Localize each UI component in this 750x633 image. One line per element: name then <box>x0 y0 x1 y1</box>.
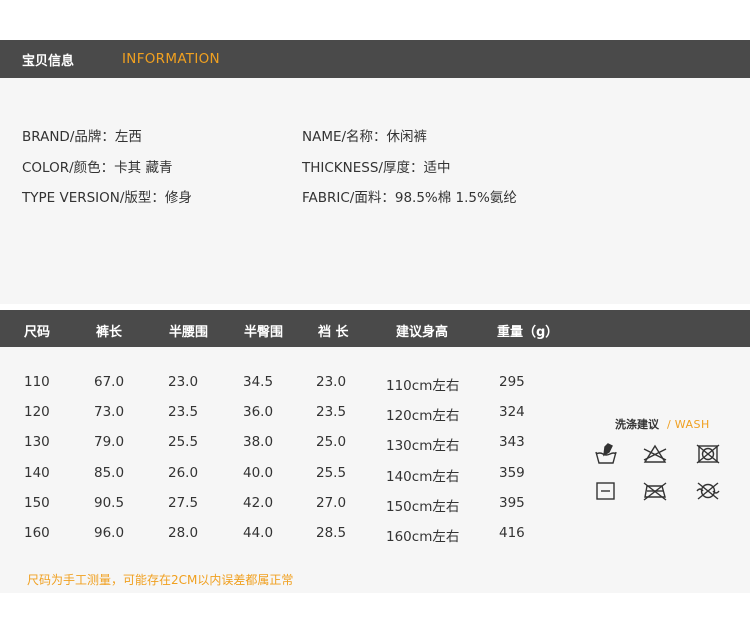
table-cell: 25.5 <box>168 434 199 450</box>
header-rise: 裆 长 <box>318 325 349 340</box>
table-cell: 130cm左右 <box>386 438 460 454</box>
table-cell: 23.5 <box>168 404 199 420</box>
table-cell: 73.0 <box>94 404 125 420</box>
wash-title-separator: / <box>667 418 671 431</box>
info-column-left: BRAND/品牌：左西 COLOR/颜色：卡其 藏青 TYPE VERSION/… <box>22 128 192 220</box>
table-cell: 110 <box>24 374 50 390</box>
no-iron-icon <box>642 480 668 502</box>
info-column-right: NAME/名称：休闲裤 THICKNESS/厚度：适中 FABRIC/面料：98… <box>302 128 517 220</box>
wash-title-en: WASH <box>674 418 710 431</box>
no-bleach-icon <box>642 443 668 465</box>
info-type-version: TYPE VERSION/版型：修身 <box>22 190 192 206</box>
table-cell: 96.0 <box>94 525 125 541</box>
header-length: 裤长 <box>96 325 123 340</box>
info-thickness: THICKNESS/厚度：适中 <box>302 159 451 176</box>
table-cell: 23.0 <box>316 374 347 390</box>
wash-title: 洗涤建议 / WASH <box>615 416 710 432</box>
table-cell: 28.5 <box>316 525 347 541</box>
info-fabric: FABRIC/面料：98.5%棉 1.5%氨纶 <box>302 190 517 206</box>
table-cell: 140cm左右 <box>386 469 460 485</box>
table-cell: 150cm左右 <box>386 499 460 515</box>
size-table-header: 尺码 裤长 半腰围 半臀围 裆 长 建议身高 重量（g） <box>0 310 750 347</box>
table-cell: 27.0 <box>316 495 347 511</box>
header-height: 建议身高 <box>396 325 449 340</box>
table-row: 120 73.0 23.5 36.0 23.5 120cm左右 324 <box>0 404 580 424</box>
no-dry-clean-icon <box>695 480 721 502</box>
table-cell: 343 <box>499 434 525 450</box>
header-size: 尺码 <box>24 325 51 340</box>
no-tumble-dry-icon <box>695 443 721 465</box>
table-cell: 416 <box>499 525 525 541</box>
table-cell: 160cm左右 <box>386 529 460 545</box>
table-cell: 25.0 <box>316 434 347 450</box>
table-row: 150 90.5 27.5 42.0 27.0 150cm左右 395 <box>0 495 580 515</box>
table-cell: 67.0 <box>94 374 125 390</box>
info-header-band: 宝贝信息 INFORMATION <box>0 40 750 78</box>
info-name: NAME/名称：休闲裤 <box>302 129 428 145</box>
table-cell: 23.5 <box>316 404 347 420</box>
table-cell: 160 <box>24 525 50 541</box>
table-cell: 140 <box>24 465 50 481</box>
header-weight: 重量（g） <box>497 325 559 340</box>
table-cell: 120 <box>24 404 50 420</box>
info-brand: BRAND/品牌：左西 <box>22 129 142 145</box>
table-cell: 110cm左右 <box>386 378 460 394</box>
info-header-title-en: INFORMATION <box>122 51 220 67</box>
table-cell: 27.5 <box>168 495 199 511</box>
measurement-note: 尺码为手工测量，可能存在2CM以内误差都属正常 <box>27 573 294 587</box>
table-cell: 79.0 <box>94 434 125 450</box>
hand-wash-icon <box>593 443 619 465</box>
table-row: 110 67.0 23.0 34.5 23.0 110cm左右 295 <box>0 374 580 394</box>
table-row: 140 85.0 26.0 40.0 25.5 140cm左右 359 <box>0 465 580 485</box>
table-cell: 34.5 <box>243 374 274 390</box>
table-cell: 26.0 <box>168 465 199 481</box>
table-cell: 395 <box>499 495 525 511</box>
size-table-panel: 110 67.0 23.0 34.5 23.0 110cm左右 295 120 … <box>0 347 750 593</box>
table-cell: 85.0 <box>94 465 125 481</box>
table-cell: 36.0 <box>243 404 274 420</box>
table-cell: 120cm左右 <box>386 408 460 424</box>
table-cell: 130 <box>24 434 50 450</box>
table-cell: 28.0 <box>168 525 199 541</box>
table-cell: 23.0 <box>168 374 199 390</box>
table-cell: 295 <box>499 374 525 390</box>
header-half-hip: 半臀围 <box>244 325 284 340</box>
table-cell: 150 <box>24 495 50 511</box>
table-cell: 40.0 <box>243 465 274 481</box>
table-row: 160 96.0 28.0 44.0 28.5 160cm左右 416 <box>0 525 580 545</box>
header-half-waist: 半腰围 <box>169 325 209 340</box>
info-header-title-cn: 宝贝信息 <box>22 53 75 69</box>
table-cell: 25.5 <box>316 465 347 481</box>
line-dry-icon <box>593 480 619 502</box>
table-cell: 42.0 <box>243 495 274 511</box>
table-cell: 44.0 <box>243 525 274 541</box>
product-info-panel: BRAND/品牌：左西 COLOR/颜色：卡其 藏青 TYPE VERSION/… <box>0 78 750 304</box>
table-cell: 359 <box>499 465 525 481</box>
table-cell: 90.5 <box>94 495 125 511</box>
table-cell: 38.0 <box>243 434 274 450</box>
info-color: COLOR/颜色：卡其 藏青 <box>22 159 173 176</box>
wash-title-cn: 洗涤建议 <box>615 418 659 431</box>
table-row: 130 79.0 25.5 38.0 25.0 130cm左右 343 <box>0 434 580 454</box>
table-cell: 324 <box>499 404 525 420</box>
